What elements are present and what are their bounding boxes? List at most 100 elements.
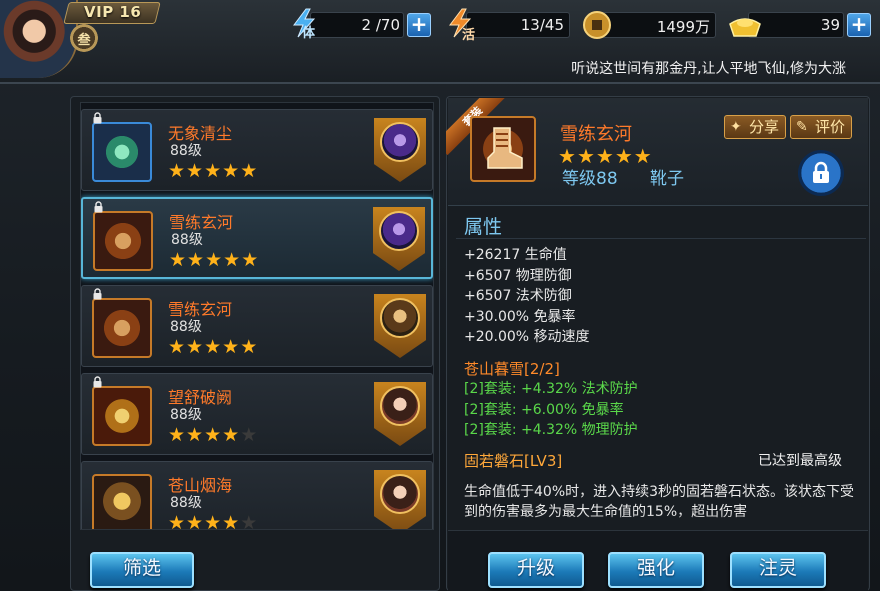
upgrade-button[interactable]: 升级	[488, 552, 584, 588]
lock-icon	[92, 376, 104, 388]
news-ticker: 听说这世间有那金丹,让人平地飞仙,修为大涨	[571, 61, 846, 77]
star-icon: ★	[204, 336, 223, 358]
hero-face	[380, 298, 420, 338]
star-icon: ★	[204, 512, 223, 530]
set-bonus-line: [2]套装: +6.00% 免暴率	[464, 401, 624, 418]
review-button-label: 评价	[815, 118, 846, 136]
boot-icon	[470, 116, 536, 182]
star-icon: ★	[168, 160, 187, 182]
rank-badge: 叁	[70, 24, 98, 52]
attributes-title: 属性	[464, 216, 503, 238]
filter-button-label: 筛选	[122, 557, 161, 579]
equipment-level: 88级	[170, 495, 202, 511]
detail-level: 等级88	[562, 169, 618, 189]
infuse-button-label: 注灵	[758, 557, 797, 579]
star-icon: ★	[614, 144, 634, 168]
stamina-icon-label: 体	[302, 26, 316, 41]
hero-portrait[interactable]	[373, 207, 425, 271]
hero-face	[380, 474, 420, 514]
add-gold-button[interactable]: +	[847, 13, 871, 37]
review-button[interactable]: ✎ 评价	[790, 115, 853, 139]
hero-portrait[interactable]	[374, 382, 426, 446]
share-button[interactable]: ✦ 分享	[724, 115, 787, 139]
edit-icon: ✎	[796, 119, 808, 135]
attribute-line: +6507 法术防御	[464, 288, 572, 304]
star-icon: ★	[204, 424, 223, 446]
enhance-button[interactable]: 强化	[608, 552, 704, 588]
star-icon: ★	[240, 512, 259, 530]
lock-icon	[93, 201, 105, 213]
attribute-line: +30.00% 免暴率	[464, 308, 576, 325]
star-icon: ★	[204, 160, 223, 182]
gold-ingot-icon	[726, 10, 764, 40]
set-bonus-line: [2]套装: +4.32% 物理防护	[464, 422, 638, 438]
coins-value: 1499万	[656, 18, 710, 36]
star-icon: ★	[168, 512, 187, 530]
filter-button[interactable]: 筛选	[90, 552, 194, 588]
equipment-list-item[interactable]: 雪练玄河 88级 ★★★★★	[81, 197, 433, 279]
stamina-value: 2 /70	[361, 16, 400, 34]
upgrade-button-label: 升级	[516, 557, 555, 579]
boot-icon	[92, 298, 152, 358]
star-icon: ★	[186, 424, 205, 446]
boot-icon	[93, 211, 153, 271]
helmet-icon	[92, 474, 152, 529]
star-icon: ★	[186, 512, 205, 530]
detail-item-name: 雪练玄河	[560, 124, 632, 145]
equipment-icon	[92, 122, 152, 182]
skill-fade	[456, 514, 864, 528]
hero-portrait[interactable]	[374, 118, 426, 182]
attribute-line: +20.00% 移动速度	[464, 329, 590, 345]
star-icon: ★	[205, 249, 224, 271]
attribute-line: +6507 物理防御	[464, 267, 572, 284]
attributes-divider	[456, 238, 866, 239]
star-icon: ★	[240, 160, 259, 182]
share-icon: ✦	[730, 119, 742, 135]
add-stamina-button[interactable]: +	[407, 13, 431, 37]
equipment-icon	[92, 386, 152, 446]
enhance-button-label: 强化	[636, 557, 675, 579]
hero-portrait[interactable]	[374, 470, 426, 529]
vip-label: VIP 16	[84, 3, 142, 21]
star-rating: ★★★★★	[168, 336, 258, 358]
equipment-level: 88级	[170, 143, 202, 159]
equipment-list: 无象清尘 88级 ★★★★★ 雪练玄河 88级 ★★★★★ 雪练玄河 88级 ★★★★★ 望舒破阙…	[80, 102, 434, 530]
equipment-list-item[interactable]: 望舒破阙 88级 ★★★★★	[81, 373, 433, 455]
hero-portrait[interactable]	[374, 294, 426, 358]
lock-icon	[92, 112, 104, 124]
equipment-level: 88级	[170, 319, 202, 335]
energy-icon-label: 活	[462, 28, 476, 43]
star-icon: ★	[222, 424, 241, 446]
set-bonus-line: [2]套装: +4.32% 法术防护	[464, 381, 638, 397]
star-rating: ★★★★★	[168, 160, 258, 182]
infuse-button[interactable]: 注灵	[730, 552, 826, 588]
star-rating: ★★★★★	[168, 512, 259, 530]
star-icon: ★	[169, 249, 188, 271]
lock-icon	[92, 288, 104, 300]
energy-value: 13/45	[520, 16, 564, 34]
star-icon: ★	[222, 512, 241, 530]
gold-value: 39	[820, 16, 840, 34]
share-button-label: 分享	[749, 118, 780, 136]
star-icon: ★	[222, 336, 241, 358]
star-icon: ★	[241, 249, 260, 271]
equipment-list-item[interactable]: 雪练玄河 88级 ★★★★★	[81, 285, 433, 367]
equipment-level: 88级	[171, 232, 203, 248]
equipment-list-item[interactable]: 苍山烟海 88级 ★★★★★	[81, 461, 433, 530]
attribute-line: +26217 生命值	[464, 247, 567, 263]
star-rating: ★★★★★	[169, 249, 259, 271]
hero-face	[379, 211, 419, 251]
star-icon: ★	[187, 249, 206, 271]
star-icon: ★	[222, 160, 241, 182]
star-icon: ★	[223, 249, 242, 271]
lock-icon[interactable]	[798, 150, 844, 196]
hero-face	[380, 386, 420, 426]
star-icon: ★	[186, 160, 205, 182]
equipment-list-item[interactable]: 无象清尘 88级 ★★★★★	[81, 109, 433, 191]
star-icon: ★	[186, 336, 205, 358]
star-icon: ★	[168, 336, 187, 358]
coin-icon	[578, 10, 616, 40]
detail-type: 靴子	[650, 169, 684, 189]
star-icon: ★	[168, 424, 187, 446]
equipment-level: 88级	[170, 407, 202, 423]
